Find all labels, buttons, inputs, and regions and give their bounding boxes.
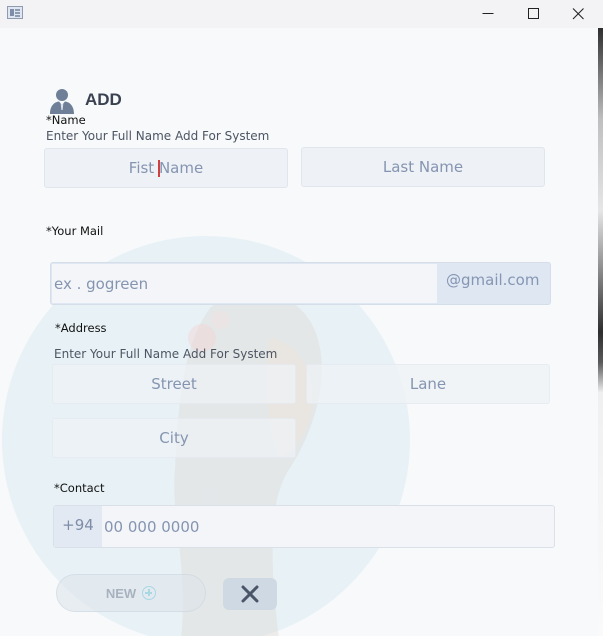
minimize-icon xyxy=(482,13,494,14)
lane-input[interactable]: Lane xyxy=(306,364,550,404)
close-window-button[interactable] xyxy=(555,0,601,28)
address-hint: Enter Your Full Name Add For System xyxy=(54,347,278,361)
maximize-icon xyxy=(528,8,539,19)
user-icon xyxy=(50,89,74,114)
last-name-input[interactable]: Last Name xyxy=(301,147,545,187)
minimize-button[interactable] xyxy=(465,0,511,28)
window-edge xyxy=(598,28,603,636)
cancel-button[interactable] xyxy=(223,578,277,610)
mail-input[interactable]: ex . gogreen xyxy=(52,264,437,303)
maximize-button[interactable] xyxy=(510,0,556,28)
new-button[interactable]: NEW xyxy=(56,574,206,612)
new-button-label: NEW xyxy=(105,585,137,601)
plus-circle-icon xyxy=(142,586,157,600)
mail-field-group: ex . gogreen @gmail.com xyxy=(50,262,551,305)
text-caret xyxy=(157,159,160,177)
first-name-input[interactable]: Fist Name xyxy=(44,148,288,188)
contact-field-group: +94 00 000 0000 xyxy=(53,505,555,548)
title-bar[interactable] xyxy=(0,0,603,28)
city-placeholder: City xyxy=(159,429,189,447)
mail-domain-suffix: @gmail.com xyxy=(446,271,540,289)
name-label: *Name xyxy=(46,113,86,127)
close-icon xyxy=(241,585,259,603)
city-input[interactable]: City xyxy=(52,418,296,458)
street-placeholder: Street xyxy=(151,375,197,393)
close-icon xyxy=(572,8,584,20)
first-name-text-after-caret: Name xyxy=(158,159,204,177)
street-input[interactable]: Street xyxy=(52,364,296,404)
contact-label: *Contact xyxy=(54,481,105,495)
address-label: *Address xyxy=(55,321,107,335)
lane-placeholder: Lane xyxy=(409,375,447,393)
country-code: +94 xyxy=(54,506,102,547)
mail-placeholder: ex . gogreen xyxy=(54,274,149,293)
last-name-placeholder: Last Name xyxy=(382,158,464,176)
mail-label: *Your Mail xyxy=(46,224,104,238)
contact-placeholder: 00 000 0000 xyxy=(104,517,200,536)
app-icon xyxy=(7,6,23,19)
contact-input[interactable]: 00 000 0000 xyxy=(102,506,554,547)
first-name-text-before-caret: Fist xyxy=(128,159,159,177)
name-hint: Enter Your Full Name Add For System xyxy=(46,129,270,143)
page-title: ADD xyxy=(85,90,122,109)
add-window: ADD *Name Enter Your Full Name Add For S… xyxy=(0,0,603,636)
